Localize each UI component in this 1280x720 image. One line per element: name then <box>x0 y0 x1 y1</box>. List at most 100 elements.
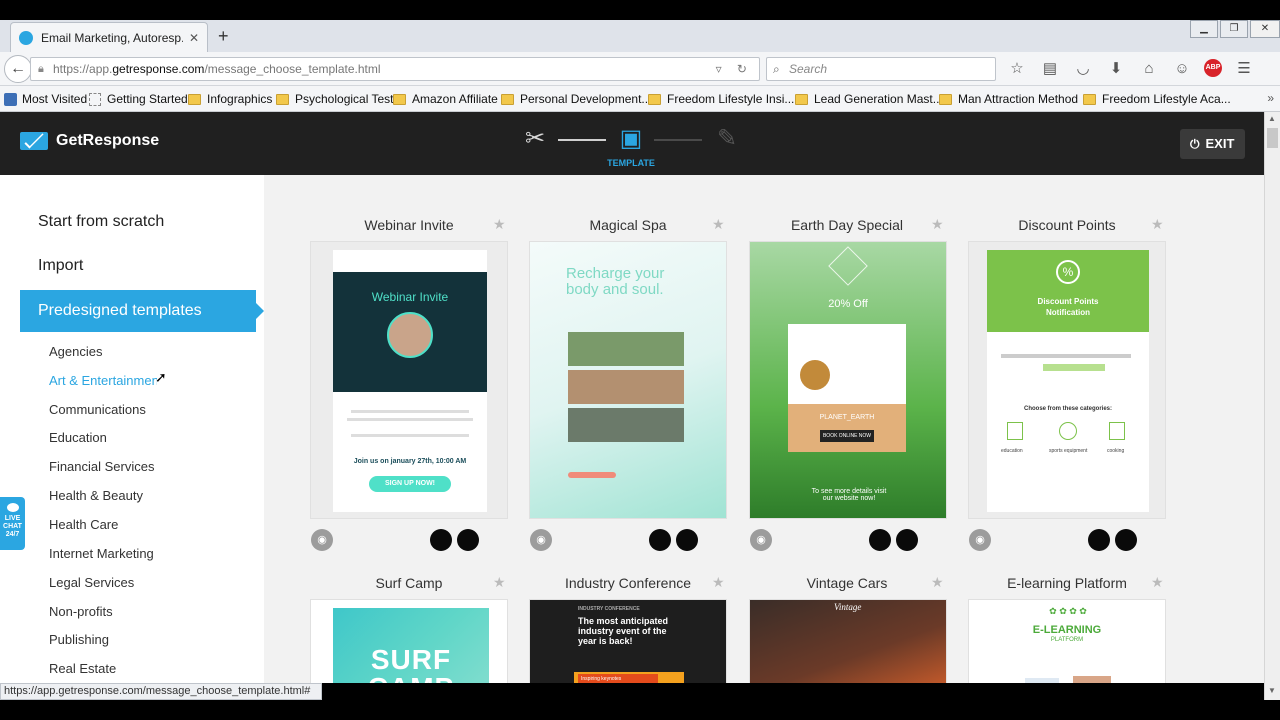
page-scrollbar[interactable]: ▲ ▼ <box>1264 112 1280 700</box>
chat-icon[interactable]: ☺ <box>1171 59 1193 79</box>
category-health-care[interactable]: Health Care <box>49 517 118 532</box>
download-icon[interactable]: ⬇ <box>1105 59 1127 79</box>
import-link[interactable]: Import <box>38 257 83 275</box>
template-thumbnail-webinar[interactable]: Webinar Invite Join us on january 27th, … <box>310 241 508 519</box>
preview-eye-icon[interactable]: ◉ <box>530 529 552 551</box>
reload-icon[interactable]: ▿ ↻ <box>716 58 753 80</box>
search-input[interactable]: ⌕ Search <box>766 57 996 81</box>
browser-tab[interactable]: Email Marketing, Autoresp... ✕ <box>10 22 208 52</box>
page-icon <box>89 92 101 106</box>
favorite-star-icon[interactable]: ★ <box>1151 216 1164 233</box>
bookmark-label: Psychological Test <box>295 92 394 106</box>
start-from-scratch-link[interactable]: Start from scratch <box>38 213 164 231</box>
percent-icon: % <box>1056 260 1080 284</box>
preview-eye-icon[interactable]: ◉ <box>750 529 772 551</box>
category-education[interactable]: Education <box>49 430 107 445</box>
favorite-star-icon[interactable]: ★ <box>712 574 725 591</box>
bookmark-amazon-affiliate[interactable]: Amazon Affiliate <box>393 92 498 106</box>
category-legal-services[interactable]: Legal Services <box>49 575 134 590</box>
predesigned-templates-tab[interactable]: Predesigned templates <box>20 290 264 332</box>
bookmark-star-icon[interactable]: ☆ <box>1006 59 1028 79</box>
category-agencies[interactable]: Agencies <box>49 344 102 359</box>
category-internet-marketing[interactable]: Internet Marketing <box>49 546 154 561</box>
bookmark-freedom-lifestyle-aca[interactable]: Freedom Lifestyle Aca... <box>1083 92 1231 106</box>
favorite-star-icon[interactable]: ★ <box>931 574 944 591</box>
bookmark-most-visited[interactable]: Most Visited <box>4 92 87 106</box>
category-art-entertainment[interactable]: Art & Entertainment <box>49 373 157 388</box>
favorite-star-icon[interactable]: ★ <box>931 216 944 233</box>
folder-icon <box>276 93 289 105</box>
bookmark-man-attraction[interactable]: Man Attraction Method <box>939 92 1078 106</box>
template-thumbnail-earth-day[interactable]: 20% Off PLANET_EARTH BOOK ONLINE NOW To … <box>749 241 947 519</box>
search-icon: ⌕ <box>773 62 780 76</box>
template-thumbnail-elearning[interactable]: ✿ ✿ ✿ ✿ E-LEARNING PLATFORM <box>968 599 1166 683</box>
bookmark-psychological-test[interactable]: Psychological Test <box>276 92 394 106</box>
folder-icon <box>501 93 514 105</box>
screen-bottom-edge <box>0 700 1280 720</box>
scroll-down-icon[interactable]: ▼ <box>1268 686 1276 695</box>
category-financial-services[interactable]: Financial Services <box>49 459 155 474</box>
scroll-up-icon[interactable]: ▲ <box>1268 114 1276 123</box>
category-health-beauty[interactable]: Health & Beauty <box>49 488 143 503</box>
favorite-star-icon[interactable]: ★ <box>1151 574 1164 591</box>
template-thumbnail-vintage-cars[interactable]: Vintage <box>749 599 947 683</box>
mouse-cursor-icon: ➚ <box>155 369 167 385</box>
bookmark-lead-generation[interactable]: Lead Generation Mast... <box>795 92 943 106</box>
tools-icon[interactable]: ✂ <box>520 124 550 154</box>
tab-close-icon[interactable]: ✕ <box>189 31 199 45</box>
color-swatch[interactable] <box>457 529 479 551</box>
bookmark-label: Amazon Affiliate <box>412 92 498 106</box>
category-non-profits[interactable]: Non-profits <box>49 604 113 619</box>
minimize-icon[interactable]: ▁ <box>1190 20 1218 38</box>
live-chat-label: 24/7 <box>5 531 20 538</box>
category-publishing[interactable]: Publishing <box>49 632 109 647</box>
bookmark-personal-development[interactable]: Personal Development... <box>501 92 651 106</box>
pocket-icon[interactable]: ◡ <box>1072 59 1094 79</box>
education-icon <box>1007 422 1023 440</box>
favorite-star-icon[interactable]: ★ <box>493 574 506 591</box>
color-swatch[interactable] <box>1115 529 1137 551</box>
back-arrow-icon[interactable]: ← <box>4 55 32 83</box>
color-swatch[interactable] <box>1088 529 1110 551</box>
template-thumbnail-conference[interactable]: INDUSTRY CONFERENCE The most anticipated… <box>529 599 727 683</box>
reading-list-icon[interactable]: ▤ <box>1039 59 1061 79</box>
adblock-icon[interactable]: ABP <box>1204 59 1222 77</box>
bookmark-infographics[interactable]: Infographics <box>188 92 272 106</box>
favorite-star-icon[interactable]: ★ <box>712 216 725 233</box>
color-swatch[interactable] <box>676 529 698 551</box>
category-real-estate[interactable]: Real Estate <box>49 661 116 676</box>
bookmark-freedom-lifestyle-insi[interactable]: Freedom Lifestyle Insi... <box>648 92 794 106</box>
restore-icon[interactable]: ❐ <box>1220 20 1248 38</box>
color-swatch[interactable] <box>649 529 671 551</box>
discount-hero: % Discount Points Notification <box>987 250 1149 332</box>
live-chat-button[interactable]: LIVE CHAT 24/7 <box>0 497 25 550</box>
template-title: Earth Day Special <box>790 217 904 233</box>
bookmark-getting-started[interactable]: Getting Started <box>89 92 188 106</box>
scroll-thumb[interactable] <box>1267 128 1278 148</box>
exit-button[interactable]: ⏻ EXIT <box>1180 129 1245 159</box>
preview-eye-icon[interactable]: ◉ <box>311 529 333 551</box>
menu-icon[interactable]: ☰ <box>1233 59 1255 79</box>
getresponse-logo[interactable]: GetResponse <box>20 132 159 150</box>
edit-icon[interactable]: ✎ <box>712 124 742 154</box>
home-icon[interactable]: ⌂ <box>1138 59 1160 79</box>
template-thumbnail-discount[interactable]: % Discount Points Notification Choose fr… <box>968 241 1166 519</box>
folder-icon <box>393 93 406 105</box>
color-swatch[interactable] <box>869 529 891 551</box>
color-swatch[interactable] <box>896 529 918 551</box>
more-bookmarks-icon[interactable]: » <box>1267 91 1274 105</box>
live-chat-label: CHAT <box>3 523 22 530</box>
bookmark-label: Man Attraction Method <box>958 92 1079 106</box>
template-thumbnail-surf-camp[interactable]: SURF CAMP <box>310 599 508 683</box>
template-thumbnail-spa[interactable]: Recharge your body and soul. <box>529 241 727 519</box>
new-tab-button[interactable]: + <box>218 26 229 47</box>
window-close-icon[interactable]: ✕ <box>1250 20 1280 38</box>
preview-eye-icon[interactable]: ◉ <box>969 529 991 551</box>
color-swatch[interactable] <box>430 529 452 551</box>
category-communications[interactable]: Communications <box>49 402 146 417</box>
earth-content-panel: PLANET_EARTH BOOK ONLINE NOW <box>788 324 906 452</box>
favorite-star-icon[interactable]: ★ <box>493 216 506 233</box>
chat-bubble-icon <box>6 503 19 512</box>
address-bar[interactable]: 🔒︎ https://app.getresponse.com/message_c… <box>30 57 760 81</box>
template-image-icon[interactable]: ▣ <box>616 124 646 154</box>
